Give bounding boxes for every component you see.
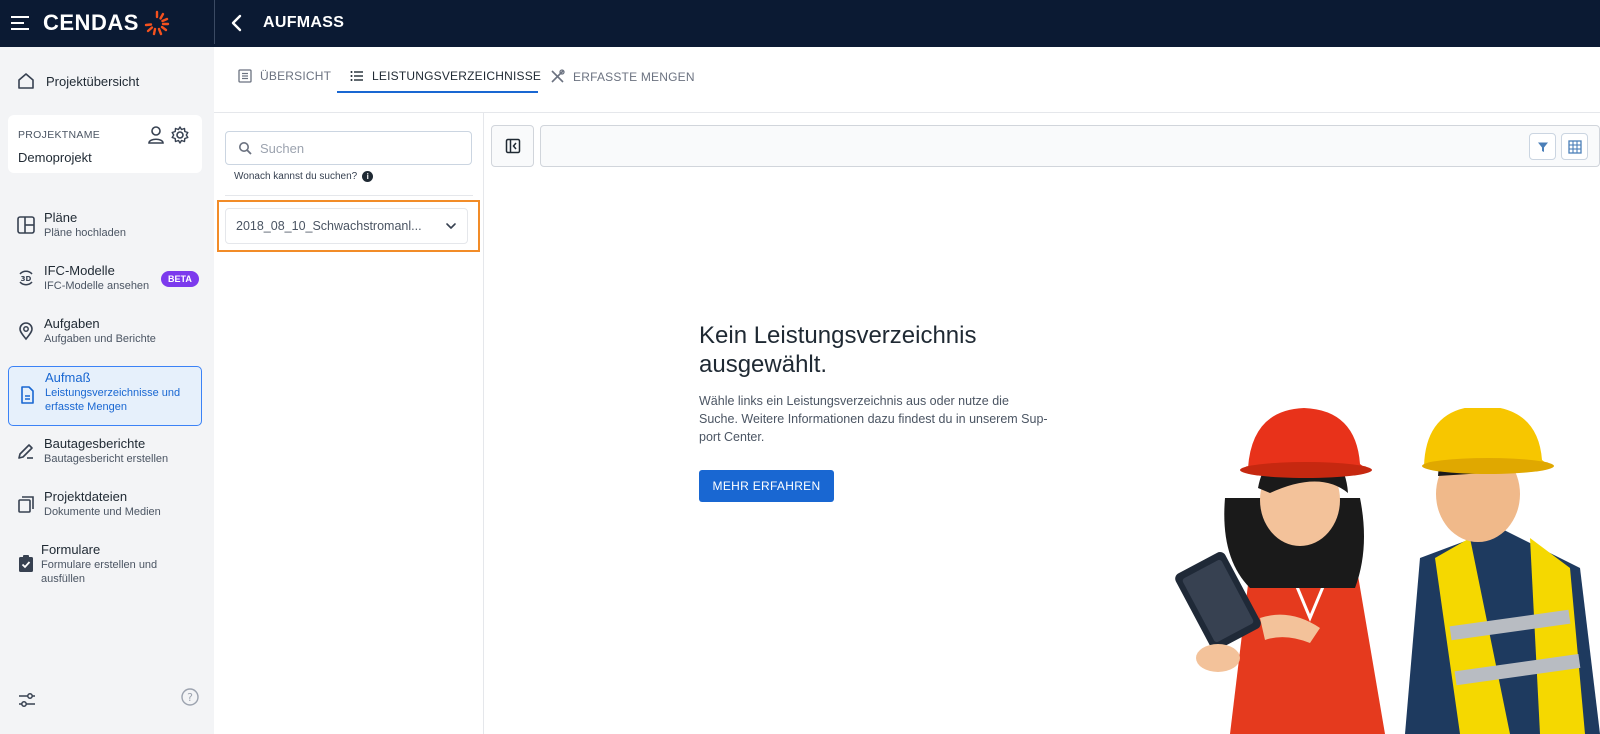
list-doc-icon (238, 69, 252, 83)
help-icon[interactable]: ? (180, 687, 200, 707)
tab-overview[interactable]: ÜBERSICHT (238, 69, 331, 83)
sidebar-item-forms[interactable]: Formulare Formulare erstellen und ausfül… (8, 539, 202, 586)
project-card: PROJEKTNAME Demoprojekt (8, 115, 202, 173)
plans-icon (17, 216, 35, 234)
sidebar-item-subtitle: Dokumente und Medien (44, 506, 161, 518)
learn-more-button[interactable]: MEHR ERFAHREN (699, 470, 834, 502)
filter-button[interactable] (1529, 133, 1556, 160)
lv-item[interactable]: 2018_08_10_Schwachstromanl... (225, 208, 468, 244)
sidebar-item-title: Aufmaß (45, 370, 91, 385)
tools-icon (551, 69, 565, 83)
cendas-logo[interactable]: CENDAS (43, 9, 171, 37)
document-icon (21, 386, 34, 404)
top-bar: CENDAS AUFMASS (0, 0, 1600, 47)
lv-list-pane: Wonach kannst du suchen? i 2018_08_10_Sc… (214, 113, 484, 734)
empty-state-title: Kein Leistungsverzeichnis ausgewählt. (699, 322, 977, 378)
project-name: Demoprojekt (18, 150, 92, 165)
search-hint: Wonach kannst du suchen? i (234, 171, 374, 182)
sidebar-item-daily-reports[interactable]: Bautagesberichte Bautagesbericht erstell… (8, 433, 202, 466)
sidebar-item-title: Formulare (41, 542, 101, 557)
workers-illustration (1175, 408, 1600, 734)
sidebar-item-subtitle: Leistungsverzeichnisse und erfasste Meng… (45, 387, 181, 413)
grid-view-button[interactable] (1561, 133, 1588, 160)
sidebar-item-subtitle: IFC-Modelle ansehen (44, 280, 150, 292)
chevron-down-icon[interactable] (445, 220, 457, 232)
sidebar-item-plans[interactable]: Pläne Pläne hochladen (8, 207, 202, 240)
sidebar-item-title: Projektdateien (44, 489, 128, 504)
svg-text:3D: 3D (21, 275, 32, 283)
user-icon[interactable] (147, 125, 165, 145)
grid-icon (1567, 139, 1582, 154)
sidebar-item-title: Aufgaben (44, 316, 100, 331)
sidebar-item-subtitle: Pläne hochladen (44, 227, 126, 239)
svg-text:?: ? (187, 691, 193, 704)
sidebar-item-ifc-models[interactable]: 3D IFC-Modelle IFC-Modelle ansehen BETA (8, 260, 202, 293)
sidebar-item-label: Projektübersicht (46, 73, 140, 89)
lv-item-highlight: 2018_08_10_Schwachstromanl... (217, 200, 480, 252)
lv-item-label: 2018_08_10_Schwachstromanl... (236, 219, 422, 233)
collapse-panel-button[interactable] (491, 125, 534, 167)
beta-badge: BETA (161, 271, 199, 287)
tab-erfasste-mengen[interactable]: ERFASSTE MENGEN (550, 69, 695, 84)
toolbar-bar (540, 125, 1600, 167)
tab-bar: ÜBERSICHT LEISTUNGSVERZEICHNISSE ERFASST… (214, 47, 1600, 113)
sidebar-item-subtitle: Bautagesbericht erstellen (44, 453, 169, 465)
sidebar-item-subtitle: Formulare erstellen und ausfüllen (41, 559, 158, 585)
3d-icon: 3D (19, 270, 33, 286)
panel-collapse-icon (505, 138, 520, 154)
home-icon (18, 73, 34, 89)
sidebar-item-title: Bautagesberichte (44, 436, 146, 451)
sliders-icon[interactable] (17, 690, 37, 710)
search-input[interactable] (260, 140, 450, 156)
project-label: PROJEKTNAME (18, 129, 101, 141)
tab-label: ERFASSTE MENGEN (573, 69, 695, 84)
active-tab-indicator (337, 91, 538, 93)
search-icon (239, 142, 252, 155)
search-box[interactable] (225, 131, 472, 165)
sunburst-logo-icon (144, 10, 170, 36)
page-title: AUFMASS (263, 14, 345, 31)
filter-icon (1537, 142, 1548, 152)
hamburger-icon[interactable] (10, 13, 30, 33)
tab-leistungsverzeichnisse[interactable]: LEISTUNGSVERZEICHNISSE (350, 69, 541, 83)
tab-label: LEISTUNGSVERZEICHNISSE (372, 69, 542, 83)
chevron-left-icon[interactable] (226, 12, 248, 34)
search-hint-text: Wonach kannst du suchen? (234, 171, 358, 182)
empty-state-text: Wähle links ein Leistungsverzeichnis aus… (699, 394, 1048, 444)
top-divider (214, 0, 215, 44)
files-icon (18, 496, 34, 513)
list-icon (350, 71, 363, 81)
sidebar-item-project-overview[interactable]: Projektübersicht (16, 71, 139, 91)
sidebar-item-title: Pläne (44, 210, 78, 225)
sidebar-item-subtitle: Aufgaben und Berichte (44, 333, 156, 345)
sidebar-item-project-files[interactable]: Projektdateien Dokumente und Medien (8, 486, 202, 519)
sidebar-item-tasks[interactable]: Aufgaben Aufgaben und Berichte (8, 313, 202, 346)
pencil-icon (18, 444, 33, 459)
info-icon[interactable]: i (362, 171, 374, 182)
sidebar: Projektübersicht PROJEKTNAME Demoprojekt… (0, 47, 214, 734)
gear-icon[interactable] (170, 125, 190, 145)
divider (225, 195, 473, 196)
clipboard-check-icon (19, 555, 33, 572)
sidebar-item-aufmass[interactable]: Aufmaß Leistungsverzeichnisse und erfass… (8, 366, 202, 426)
sidebar-item-title: IFC-Modelle (44, 263, 115, 278)
location-pin-icon (19, 322, 33, 341)
tab-label: ÜBERSICHT (260, 69, 332, 83)
